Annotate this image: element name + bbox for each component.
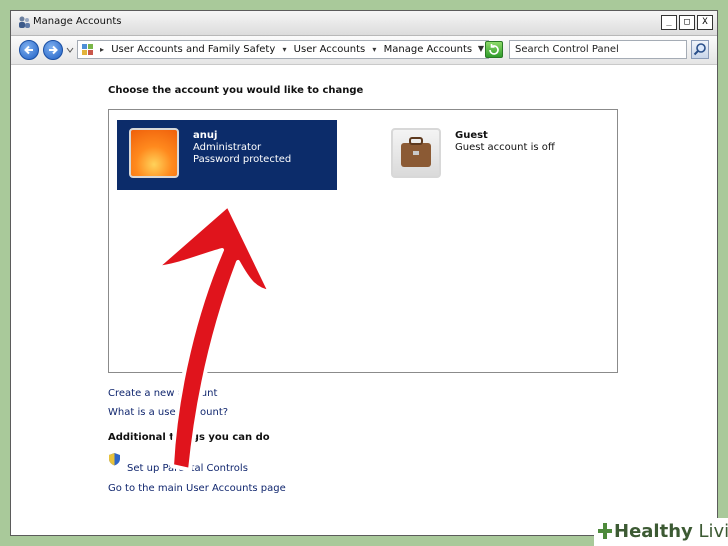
red-arrow-annotation (154, 203, 272, 472)
watermark-light: Living (698, 521, 728, 542)
healthy-living-watermark: Healthy Living (594, 518, 728, 546)
watermark-bold: Healthy (614, 521, 693, 542)
plus-logo-icon (598, 523, 612, 539)
